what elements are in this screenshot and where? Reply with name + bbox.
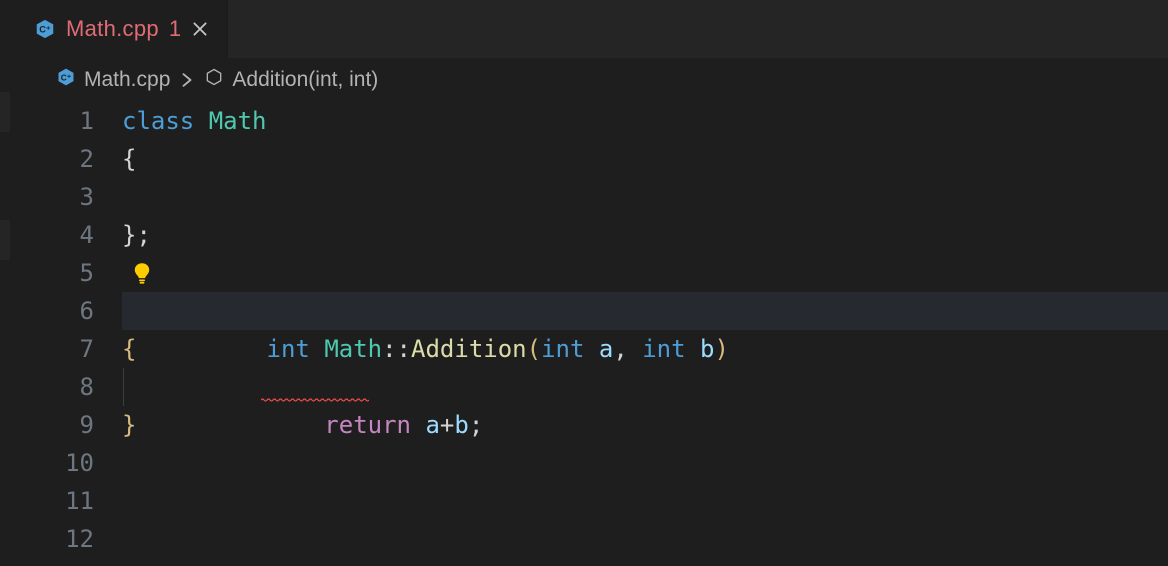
- chevron-right-icon: [180, 73, 194, 87]
- main-column: C⁺ Math.cpp 1 C⁺ Math.cpp: [16, 0, 1168, 566]
- activity-marker: [0, 220, 10, 260]
- code-line[interactable]: [122, 444, 1168, 482]
- cpp-file-icon: C⁺: [56, 67, 76, 93]
- lightbulb-icon[interactable]: [132, 262, 152, 282]
- indent-guide: [123, 368, 124, 406]
- close-icon[interactable]: [191, 20, 209, 38]
- type-name: Math: [209, 107, 267, 135]
- code-line[interactable]: [122, 254, 1168, 292]
- keyword: class: [122, 107, 194, 135]
- whitespace: [194, 107, 208, 135]
- gutter: 1 2 3 4 5 6 7 8 9 10 11 12: [16, 102, 122, 566]
- code-line-active[interactable]: int Math::Addition(int a, int b): [122, 292, 1168, 330]
- semicolon: ;: [136, 221, 150, 249]
- breadcrumb-file-label: Math.cpp: [84, 68, 170, 92]
- line-number: 11: [16, 482, 94, 520]
- breadcrumb-symbol-label: Addition(int, int): [232, 68, 378, 92]
- line-number: 6: [16, 292, 94, 330]
- code-line[interactable]: [122, 178, 1168, 216]
- line-number: 7: [16, 330, 94, 368]
- code-line[interactable]: [122, 520, 1168, 558]
- code-line[interactable]: {: [122, 140, 1168, 178]
- code-line[interactable]: }: [122, 406, 1168, 444]
- editor-root: C⁺ Math.cpp 1 C⁺ Math.cpp: [0, 0, 1168, 566]
- tab-filename: Math.cpp: [66, 16, 159, 42]
- code-line[interactable]: };: [122, 216, 1168, 254]
- brace: {: [122, 335, 136, 363]
- code-line[interactable]: return a+b;: [122, 368, 1168, 406]
- activity-marker: [0, 92, 10, 132]
- code-editor[interactable]: 1 2 3 4 5 6 7 8 9 10 11 12 class Math {: [16, 102, 1168, 566]
- breadcrumb-symbol[interactable]: Addition(int, int): [204, 67, 378, 93]
- code-line[interactable]: [122, 482, 1168, 520]
- breadcrumb: C⁺ Math.cpp Addition(int, int): [16, 58, 1168, 102]
- line-number: 3: [16, 178, 94, 216]
- line-number: 2: [16, 140, 94, 178]
- line-number: 8: [16, 368, 94, 406]
- tab-bar: C⁺ Math.cpp 1: [16, 0, 1168, 58]
- cpp-file-icon: C⁺: [34, 18, 56, 40]
- breadcrumb-file[interactable]: C⁺ Math.cpp: [56, 67, 170, 93]
- line-number: 4: [16, 216, 94, 254]
- tab-problems-badge: 1: [169, 16, 181, 42]
- line-number: 10: [16, 444, 94, 482]
- method-icon: [204, 67, 224, 93]
- activity-bar: [0, 0, 16, 566]
- brace: }: [122, 411, 136, 439]
- svg-text:C⁺: C⁺: [39, 25, 51, 35]
- error-squiggle: [261, 322, 369, 326]
- svg-text:C⁺: C⁺: [61, 72, 71, 82]
- line-number: 12: [16, 520, 94, 558]
- code-area[interactable]: class Math { };: [122, 102, 1168, 566]
- line-number: 5: [16, 254, 94, 292]
- code-line[interactable]: {: [122, 330, 1168, 368]
- brace: }: [122, 221, 136, 249]
- brace: {: [122, 145, 136, 173]
- tab-math-cpp[interactable]: C⁺ Math.cpp 1: [16, 0, 228, 58]
- code-line[interactable]: class Math: [122, 102, 1168, 140]
- line-number: 1: [16, 102, 94, 140]
- line-number: 9: [16, 406, 94, 444]
